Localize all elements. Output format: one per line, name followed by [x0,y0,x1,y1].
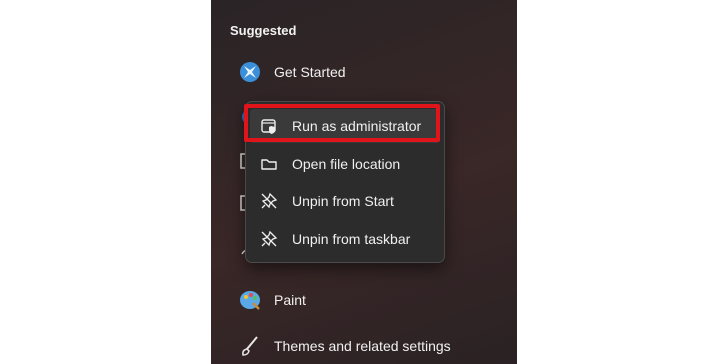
menu-item-open-file-location[interactable]: Open file location [250,147,440,181]
menu-item-run-as-administrator[interactable]: Run as administrator [250,109,440,143]
paint-palette-icon [239,289,261,311]
unpin-icon [260,230,278,248]
menu-item-label: Open file location [292,156,401,172]
app-get-started[interactable]: Get Started [239,58,509,86]
menu-item-unpin-from-start[interactable]: Unpin from Start [250,184,440,218]
app-label: Paint [274,292,306,308]
menu-item-label: Unpin from Start [292,193,394,209]
menu-item-label: Run as administrator [292,118,422,134]
app-label: Get Started [274,64,346,80]
app-themes-settings[interactable]: Themes and related settings [239,332,509,360]
menu-item-label: Unpin from taskbar [292,231,411,247]
get-started-icon [239,61,261,83]
app-label: Themes and related settings [274,338,451,354]
folder-icon [260,155,278,173]
context-menu: Run as administrator Open file location … [245,101,445,263]
shield-window-icon [260,117,278,135]
unpin-icon [260,192,278,210]
brush-icon [239,335,261,357]
app-paint[interactable]: Paint [239,286,509,314]
menu-item-unpin-from-taskbar[interactable]: Unpin from taskbar [250,222,440,256]
section-title-suggested: Suggested [230,23,297,38]
